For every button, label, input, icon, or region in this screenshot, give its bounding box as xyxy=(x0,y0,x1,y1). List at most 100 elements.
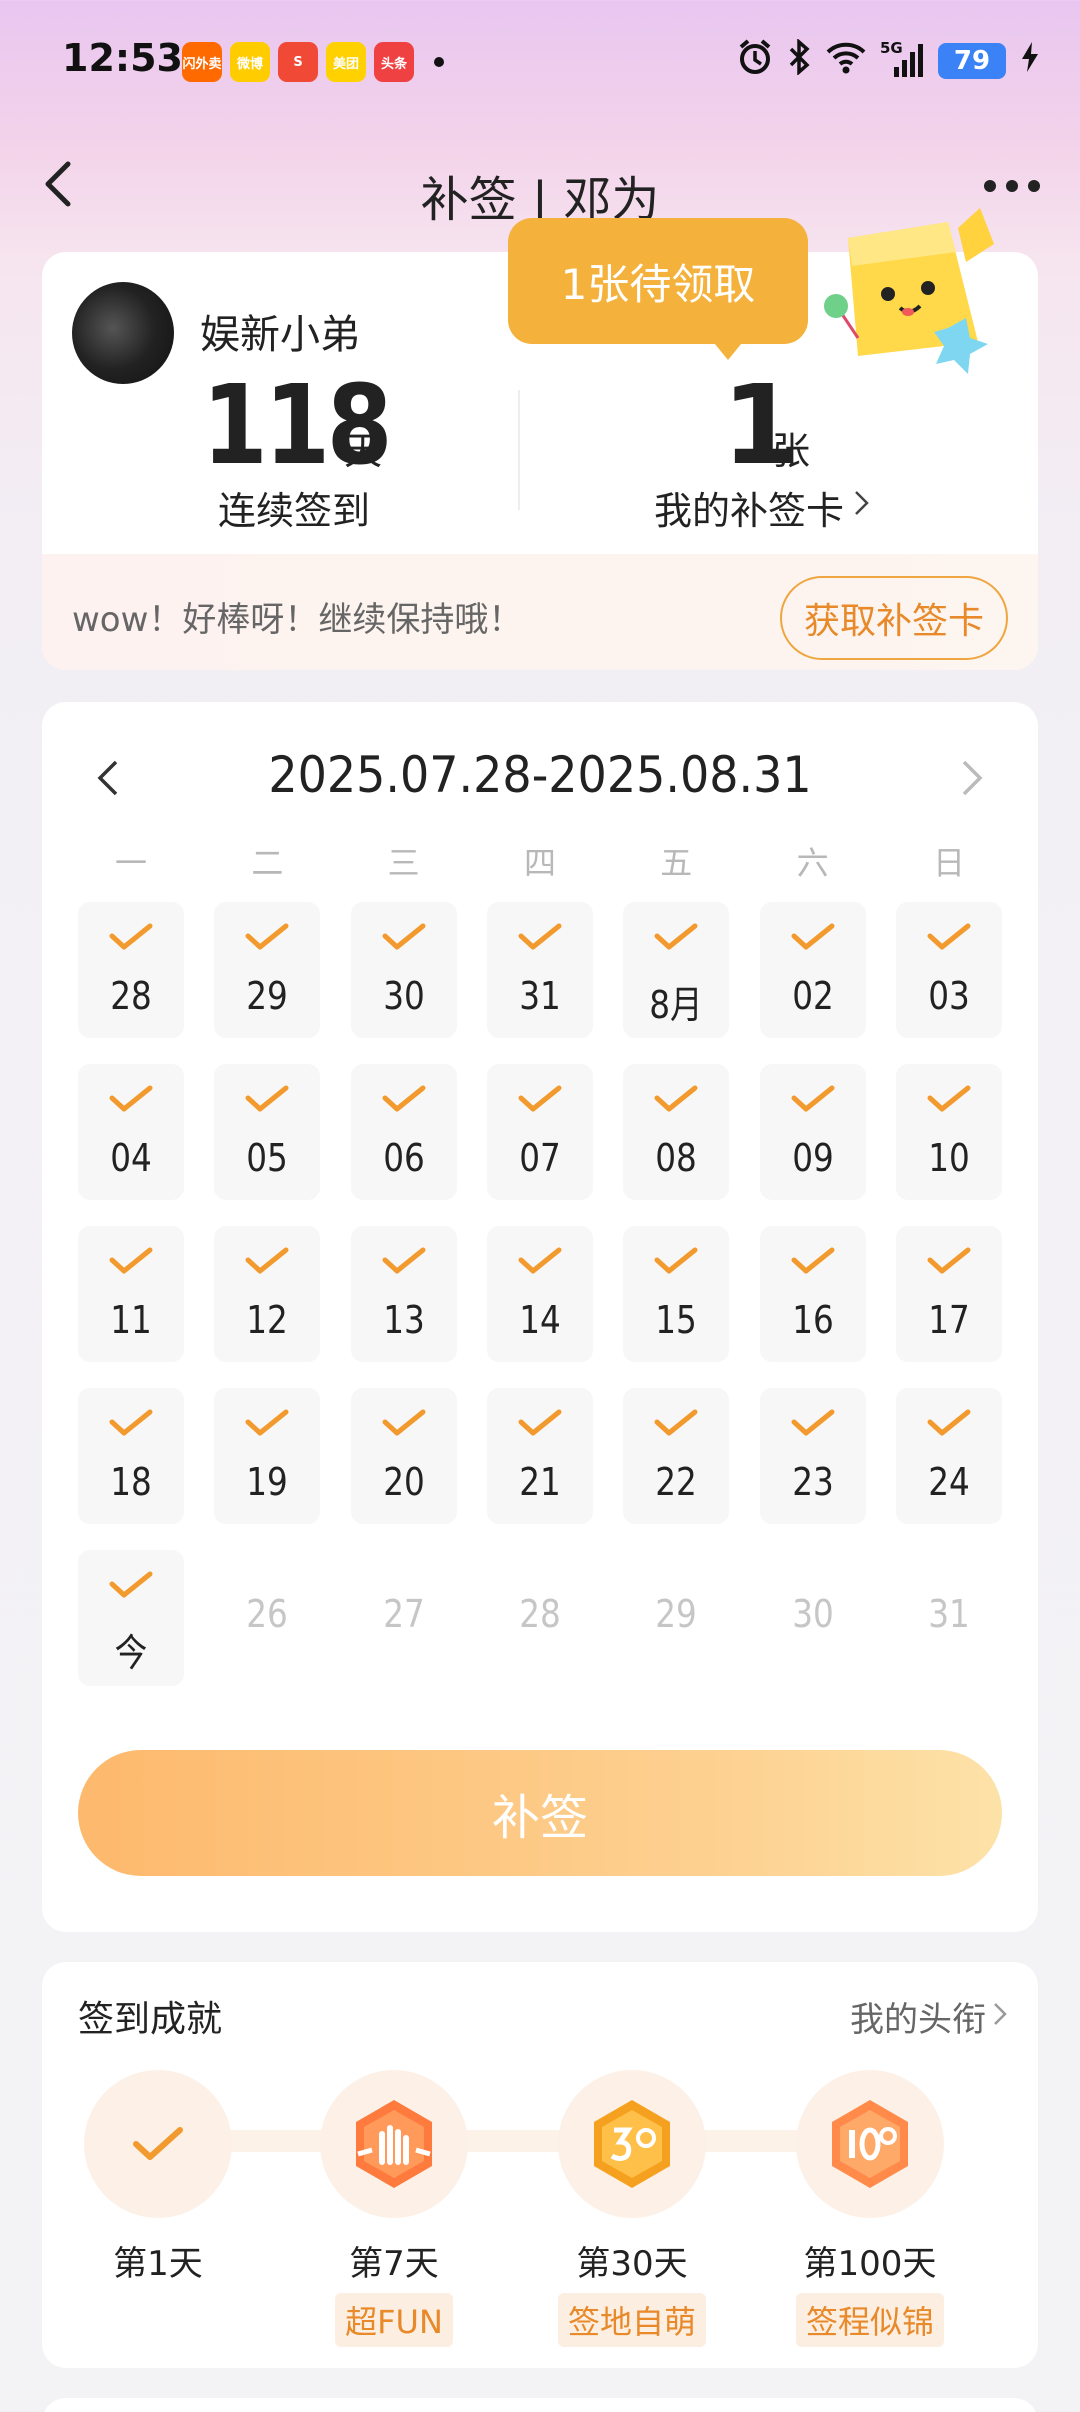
my-makeup-cards-link[interactable]: 我的补签卡 xyxy=(654,480,844,535)
check-icon xyxy=(245,1409,289,1436)
calendar-day[interactable]: 12 xyxy=(214,1226,321,1362)
100-days-badge-icon xyxy=(796,2070,944,2218)
calendar-day[interactable]: 21 xyxy=(486,1388,593,1524)
achievement-item[interactable]: 第30天 签地自萌 xyxy=(552,2070,712,2347)
calendar-day[interactable]: 30 xyxy=(760,1550,866,1686)
cellular-signal-icon: 5G xyxy=(880,39,924,81)
day-number: 02 xyxy=(791,974,834,1018)
calendar-day[interactable]: 03 xyxy=(895,902,1002,1038)
makeup-signin-button[interactable]: 补签 xyxy=(78,1750,1002,1876)
calendar-day[interactable]: 22 xyxy=(623,1388,730,1524)
check-icon xyxy=(245,1085,289,1112)
calendar-day[interactable]: 31 xyxy=(896,1550,1002,1686)
weekday-label: 四 xyxy=(523,844,556,882)
taobao-shangou-app-icon: 闪外卖 xyxy=(182,42,222,82)
day-number: 03 xyxy=(928,974,970,1018)
day-number: 29 xyxy=(246,974,289,1018)
next-range-button[interactable] xyxy=(956,756,986,800)
calendar-day[interactable]: 29 xyxy=(623,1550,729,1686)
achievement-label: 第100天 xyxy=(803,2244,937,2284)
weekday-label: 三 xyxy=(387,844,420,882)
check-icon xyxy=(245,923,289,950)
check-icon xyxy=(927,1247,971,1274)
day-number: 31 xyxy=(519,974,561,1018)
check-icon xyxy=(927,1409,971,1436)
calendar-day[interactable]: 06 xyxy=(350,1064,457,1200)
streak-unit: 天 xyxy=(344,429,383,473)
pending-cards-bubble[interactable]: 1张待领取 xyxy=(508,218,808,344)
weekday-header: 一二三四五六日 xyxy=(78,838,1002,884)
calendar-day[interactable]: 11 xyxy=(78,1226,184,1362)
day-number: 8月 xyxy=(649,983,704,1027)
day-number: 24 xyxy=(928,1460,970,1504)
avatar[interactable] xyxy=(72,282,174,384)
check-icon xyxy=(791,923,835,950)
calendar-day[interactable]: 18 xyxy=(78,1388,184,1524)
makeup-card-unit: 张 xyxy=(772,429,811,473)
check-icon xyxy=(109,923,153,950)
calendar-day[interactable]: 23 xyxy=(759,1388,866,1524)
calendar-day[interactable]: 27 xyxy=(351,1550,457,1686)
calendar-day[interactable]: 17 xyxy=(895,1226,1002,1362)
divider xyxy=(518,390,520,510)
day-number: 30 xyxy=(382,974,425,1018)
notification-app-icons: 闪外卖 微博 S 美团 头条 xyxy=(182,42,444,82)
encourage-text: wow！好棒呀！继续保持哦！ xyxy=(72,600,523,640)
calendar-day[interactable]: 16 xyxy=(759,1226,866,1362)
calendar-day[interactable]: 14 xyxy=(486,1226,593,1362)
day-number: 27 xyxy=(382,1592,425,1636)
calendar-day[interactable]: 29 xyxy=(214,902,321,1038)
calendar-day[interactable]: 24 xyxy=(895,1388,1002,1524)
calendar-day[interactable]: 08 xyxy=(623,1064,730,1200)
check-icon xyxy=(109,1409,153,1436)
bluetooth-icon xyxy=(788,38,812,83)
calendar-day[interactable]: 今 xyxy=(78,1550,184,1686)
achievement-item[interactable]: 第1天 xyxy=(78,2070,238,2285)
calendar-day[interactable]: 10 xyxy=(895,1064,1002,1200)
calendar-day[interactable]: 19 xyxy=(214,1388,321,1524)
day-number: 23 xyxy=(791,1460,834,1504)
calendar-day[interactable]: 07 xyxy=(486,1064,593,1200)
mascot-icon xyxy=(824,208,994,374)
check-icon xyxy=(791,1409,835,1436)
check-icon xyxy=(654,1247,698,1274)
calendar-day[interactable]: 09 xyxy=(759,1064,866,1200)
calendar-day[interactable]: 13 xyxy=(350,1226,457,1362)
calendar-day[interactable]: 15 xyxy=(623,1226,730,1362)
achievement-label: 第30天 xyxy=(576,2244,688,2284)
calendar-day[interactable]: 30 xyxy=(350,902,457,1038)
calendar-day[interactable]: 8月 xyxy=(623,902,730,1038)
calendar-week-row: 04 05 06 07 08 09 10 xyxy=(78,1064,1002,1200)
day-number: 16 xyxy=(791,1298,834,1342)
calendar-day[interactable]: 28 xyxy=(487,1550,593,1686)
more-button[interactable] xyxy=(984,180,1040,192)
day-number: 17 xyxy=(928,1298,970,1342)
achievement-title-tag: 签程似锦 xyxy=(795,2293,944,2347)
calendar-day[interactable]: 28 xyxy=(78,902,184,1038)
day-number: 12 xyxy=(246,1298,289,1342)
check-icon xyxy=(518,1409,562,1436)
rock-hand-badge-icon xyxy=(320,2070,468,2218)
bubble-tail xyxy=(710,338,746,360)
calendar-day[interactable]: 31 xyxy=(486,902,593,1038)
calendar-day[interactable]: 20 xyxy=(350,1388,457,1524)
achievements-card: 签到成就 我的头衔 第1天 第7天 超FUN 第30天 签地自萌 第100天 签程似锦 xyxy=(42,1962,1038,2368)
calendar-day[interactable]: 05 xyxy=(214,1064,321,1200)
calendar-day[interactable]: 02 xyxy=(759,902,866,1038)
weekday-label: 五 xyxy=(660,844,693,882)
calendar-week-row: 今 26 27 28 29 30 31 xyxy=(78,1550,1002,1686)
my-titles-link[interactable]: 我的头衔 xyxy=(850,1992,986,2041)
achievement-item[interactable]: 第100天签程似锦 xyxy=(790,2070,950,2347)
get-makeup-card-button[interactable]: 获取补签卡 xyxy=(780,576,1008,660)
calendar-week-row: 28 29 30 31 8月 02 03 xyxy=(78,902,1002,1038)
calendar-day[interactable]: 26 xyxy=(214,1550,320,1686)
calendar-week-row: 11 12 13 14 15 16 17 xyxy=(78,1226,1002,1362)
check-icon xyxy=(654,1409,698,1436)
calendar-day[interactable]: 04 xyxy=(78,1064,184,1200)
day-number: 29 xyxy=(655,1592,698,1636)
charging-icon xyxy=(1020,41,1040,81)
check-icon xyxy=(382,1247,426,1274)
day-number: 21 xyxy=(519,1460,561,1504)
calendar-card: 2025.07.28-2025.08.31 一 二 三 四 五 六 日 28 29 30 31 8月… xyxy=(42,702,1038,1932)
achievement-item[interactable]: 第7天 超FUN xyxy=(314,2070,474,2347)
